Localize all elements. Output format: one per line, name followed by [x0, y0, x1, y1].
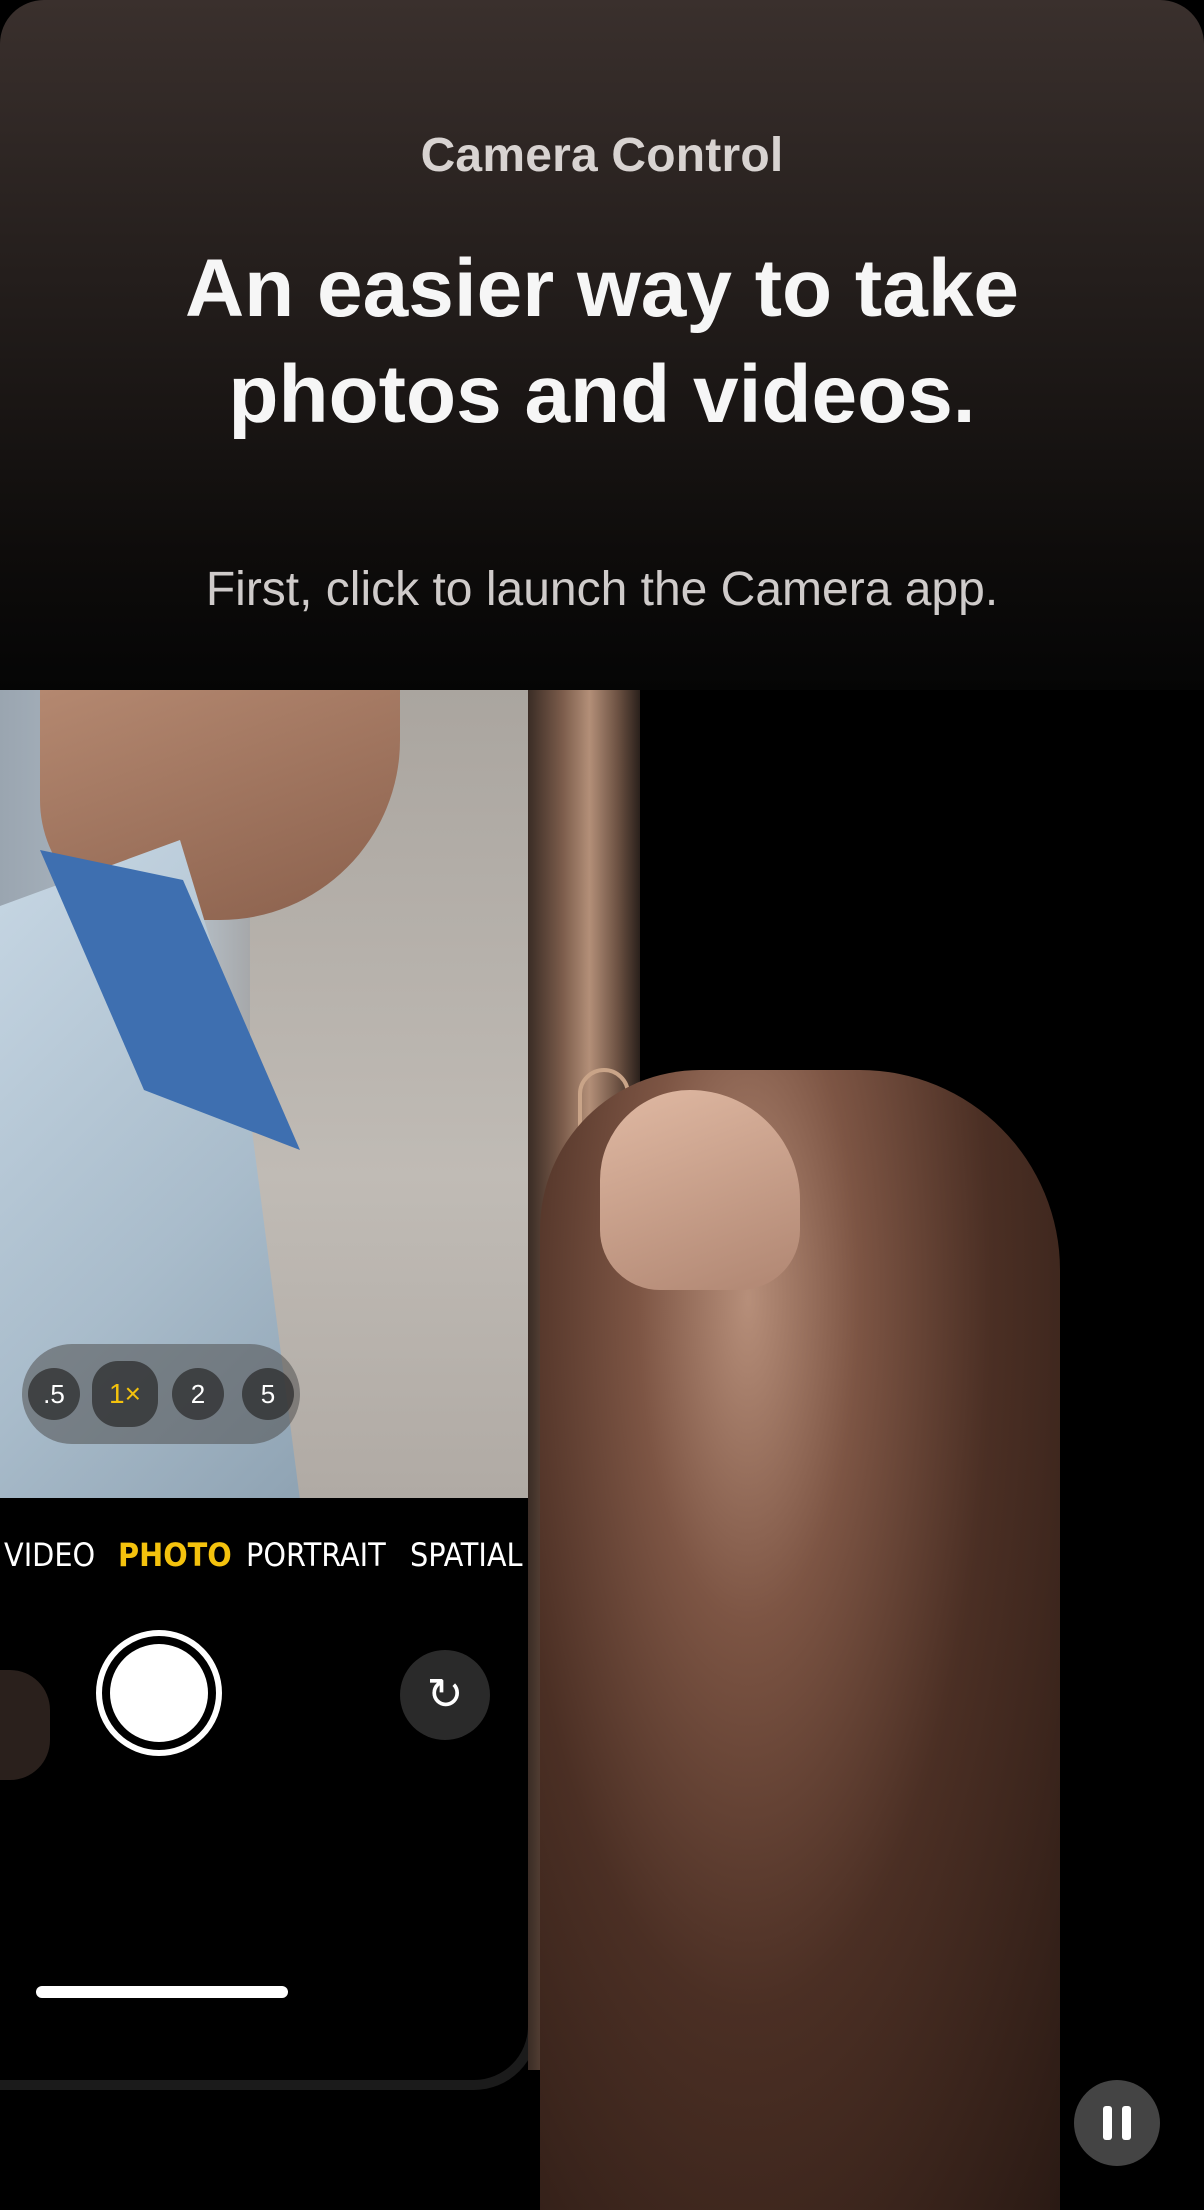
header-section: Camera Control An easier way to take pho…: [0, 0, 1204, 690]
illustration: .5 1× 2 5 VIDEO PHOTO PORTRAIT SPATIAL ↻: [0, 690, 1204, 2210]
camera-viewfinder: .5 1× 2 5: [0, 690, 528, 1500]
headline-line-2: photos and videos.: [228, 349, 976, 440]
home-indicator: [36, 1986, 288, 1998]
headline: An easier way to take photos and videos.: [0, 236, 1204, 448]
flip-camera-icon: ↻: [400, 1650, 490, 1740]
camera-mode-bar: VIDEO PHOTO PORTRAIT SPATIAL: [0, 1536, 528, 1596]
zoom-option-1x: 1×: [92, 1361, 158, 1427]
mode-portrait: PORTRAIT: [246, 1536, 386, 1574]
camera-control-card: Camera Control An easier way to take pho…: [0, 0, 1204, 2210]
headline-line-1: An easier way to take: [184, 243, 1020, 334]
shutter-button: [96, 1630, 222, 1756]
eyebrow-title: Camera Control: [420, 129, 784, 182]
zoom-selector: .5 1× 2 5: [22, 1344, 300, 1444]
zoom-option-5: 5: [242, 1368, 294, 1420]
pause-button[interactable]: [1074, 2080, 1160, 2166]
mode-photo: PHOTO: [118, 1536, 232, 1574]
mode-video: VIDEO: [4, 1536, 96, 1574]
pause-icon-bar: [1122, 2106, 1131, 2140]
zoom-option-0-5: .5: [28, 1368, 80, 1420]
mode-spatial: SPATIAL: [410, 1536, 523, 1574]
zoom-option-2: 2: [172, 1368, 224, 1420]
instruction-text: First, click to launch the Camera app.: [205, 563, 999, 616]
pause-icon: [1103, 2106, 1112, 2140]
